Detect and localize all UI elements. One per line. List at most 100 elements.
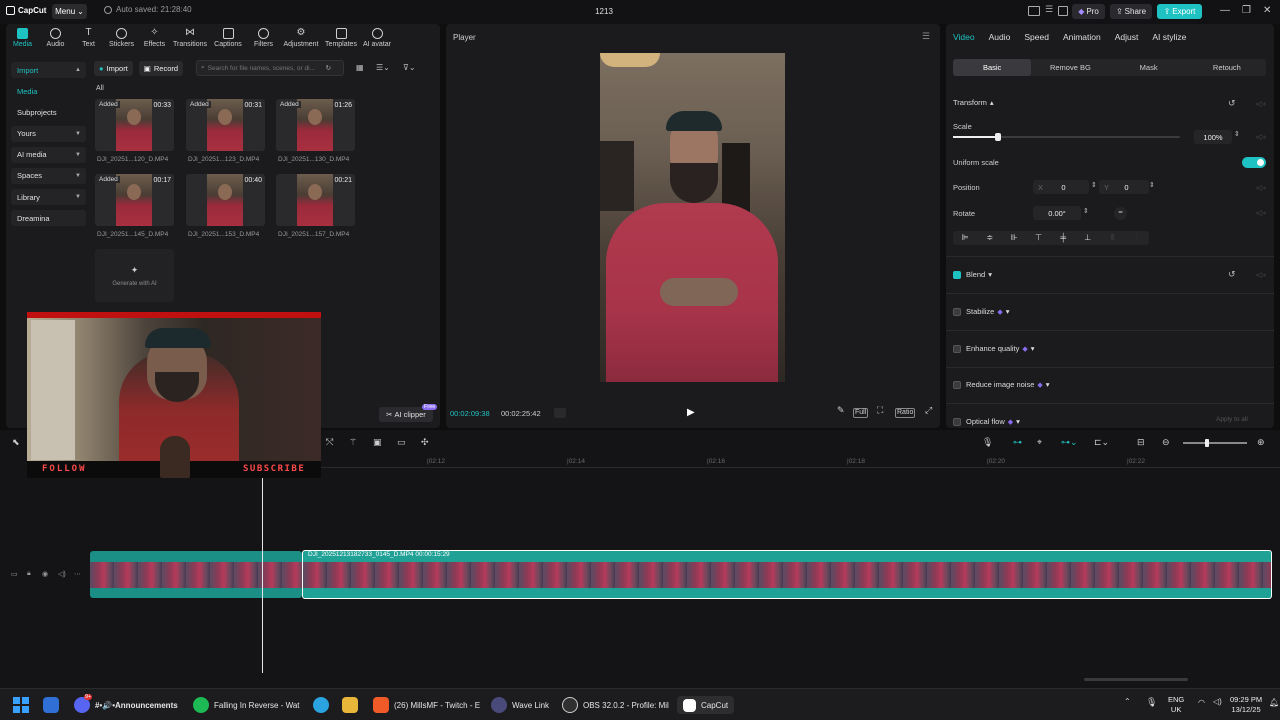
zoom-out-icon[interactable]: ⊖ (1162, 437, 1170, 448)
microphone-icon[interactable]: 🎙 (982, 437, 993, 448)
tab-speed[interactable]: Speed (1024, 32, 1049, 42)
align-center-icon[interactable]: ≑ (978, 231, 1003, 245)
caption-icon[interactable]: ⊟ (1137, 437, 1145, 448)
refresh-icon[interactable]: ↻ (326, 64, 331, 72)
taskbar-brave[interactable]: (26) MillsMF - Twitch - E (373, 696, 480, 714)
more-icon[interactable]: ⋯ (74, 570, 81, 578)
tab-media[interactable]: Media (6, 26, 39, 52)
outlook-icon[interactable] (43, 697, 59, 713)
tab-audio[interactable]: Audio (39, 26, 72, 52)
tab-audio[interactable]: Audio (989, 32, 1011, 42)
reset-icon[interactable]: ↺ (1228, 98, 1236, 109)
rotate-value[interactable]: 0.00° (1033, 206, 1081, 220)
sort-icon[interactable]: ☰⌄ (376, 63, 390, 72)
side-nav-ai-media[interactable]: AI media ▼ (11, 146, 86, 163)
tab-ai-avatar[interactable]: AI avatar (360, 26, 394, 52)
subtab-basic[interactable]: Basic (953, 59, 1032, 76)
folder-icon[interactable] (342, 697, 358, 713)
tab-templates[interactable]: Templates (322, 26, 360, 52)
play-icon[interactable]: ▶ (687, 407, 695, 418)
distribute-h-icon[interactable]: ⫴ (1100, 231, 1125, 245)
minimize-icon[interactable]: — (1220, 5, 1230, 16)
optical-flow-checkbox[interactable] (953, 418, 961, 426)
uniform-scale-toggle[interactable] (1242, 157, 1266, 168)
subtab-retouch[interactable]: Retouch (1188, 59, 1266, 76)
stepper-icon[interactable]: ⇕ (1149, 181, 1155, 189)
timeline-clip-selected[interactable]: DJI_20251213182733_0145_D.MP4 00:00:15:2… (302, 550, 1272, 599)
zoom-slider[interactable] (1183, 439, 1247, 447)
side-nav-import[interactable]: Import ▲ (11, 62, 86, 78)
notifications-icon[interactable]: 🔔︎ (1269, 698, 1279, 707)
tab-video[interactable]: Video (953, 32, 975, 42)
lock-icon[interactable]: 🔒︎ (27, 570, 31, 578)
tab-effects[interactable]: ✧ Effects (138, 26, 171, 52)
side-nav-yours[interactable]: Yours ▼ (11, 125, 86, 142)
taskbar-capcut[interactable]: CapCut (677, 696, 735, 714)
full-button[interactable]: Full (853, 408, 869, 418)
stepper-icon[interactable]: ⇕ (1083, 207, 1089, 215)
blend-header[interactable]: Blend ▾ (966, 270, 992, 279)
tab-transitions[interactable]: ⋈ Transitions (171, 26, 209, 52)
tab-captions[interactable]: Captions (209, 26, 247, 52)
magnet-icon[interactable]: ⊶⌄ (1061, 437, 1078, 448)
tab-text[interactable]: T Text (72, 26, 105, 52)
clock[interactable]: 09:29 PM 13/12/25 (1230, 695, 1262, 715)
select-cursor-icon[interactable]: ⬉ (12, 437, 20, 448)
generate-with-ai-card[interactable]: ✦ Generate with AI (95, 249, 174, 302)
menu-icon[interactable]: ☰ (922, 31, 930, 42)
distribute-v-icon[interactable]: ⫶ (1125, 231, 1150, 245)
reduce-noise-checkbox[interactable] (953, 381, 961, 389)
edit-icon[interactable]: ✎ (836, 406, 846, 416)
filter-icon[interactable]: ⊽⌄ (403, 63, 416, 72)
align-bottom-icon[interactable]: ⊥ (1076, 231, 1101, 245)
stepper-icon[interactable]: ⇕ (1091, 181, 1097, 189)
tab-filters[interactable]: Filters (247, 26, 280, 52)
magic-wand-icon[interactable]: ⚚ (349, 437, 357, 448)
reduce-noise-header[interactable]: Reduce image noise ◆ ▾ (966, 380, 1050, 389)
stabilize-checkbox[interactable] (953, 308, 961, 316)
video-preview[interactable] (600, 53, 785, 382)
list-icon[interactable]: ☰ (1045, 4, 1057, 14)
pro-button[interactable]: ◆ Pro (1072, 4, 1105, 19)
timeline-clip[interactable] (90, 551, 302, 598)
export-button[interactable]: ⇪ Export (1157, 4, 1202, 19)
volume-icon[interactable]: ◁) (58, 570, 66, 578)
windows-start-icon[interactable] (13, 697, 29, 713)
close-icon[interactable]: ✕ (1263, 5, 1271, 16)
align-right-icon[interactable]: ⊪ (1002, 231, 1027, 245)
grid-view-icon[interactable]: ▦ (356, 63, 364, 72)
taskbar-spotify[interactable]: Falling In Reverse - Wat (193, 696, 300, 714)
keyframe-icon[interactable]: ‹◇› (1256, 209, 1266, 217)
track-cover-icon[interactable]: ▭ (11, 570, 18, 578)
media-clip[interactable]: Added 00:31 DJI_20251...123_D.MP4 (186, 99, 265, 163)
transform-header[interactable]: Transform ▴ (953, 98, 994, 107)
media-clip[interactable]: Added 01:26 DJI_20251...130_D.MP4 (276, 99, 355, 163)
zoom-slider-handle[interactable] (1205, 439, 1209, 447)
wifi-icon[interactable]: ◠ (1198, 698, 1205, 707)
enhance-quality-checkbox[interactable] (953, 345, 961, 353)
language-indicator[interactable]: ENG UK (1168, 695, 1184, 715)
position-y-field[interactable]: Y0 (1099, 180, 1149, 194)
position-x-field[interactable]: X0 (1033, 180, 1089, 194)
blend-checkbox[interactable] (953, 271, 961, 279)
telegram-icon[interactable] (313, 697, 329, 713)
enhance-quality-header[interactable]: Enhance quality ◆ ▾ (966, 344, 1035, 353)
zoom-in-icon[interactable]: ⊕ (1257, 437, 1265, 448)
scale-value[interactable]: 100% (1194, 130, 1232, 144)
keyframe-icon[interactable]: ‹◇› (1256, 100, 1266, 108)
taskbar-obs[interactable]: OBS 32.0.2 - Profile: Mil (562, 696, 669, 714)
crop-video-icon[interactable]: ▭ (397, 437, 406, 448)
split-icon[interactable]: ⤲ (326, 437, 333, 448)
taskbar-wave-link[interactable]: Wave Link (491, 696, 549, 714)
align-top-icon[interactable]: ⊤ (1027, 231, 1052, 245)
microphone-tray-icon[interactable]: 🎙 (1146, 697, 1157, 708)
fullscreen-icon[interactable]: ⤢ (924, 406, 933, 416)
subtab-remove-bg[interactable]: Remove BG (1031, 59, 1109, 76)
side-nav-media[interactable]: Media (11, 83, 86, 99)
import-button[interactable]: ● Import (94, 60, 133, 76)
scale-slider-handle[interactable] (995, 133, 1002, 141)
preview-axis-icon[interactable]: ⊏⌄ (1094, 437, 1109, 448)
media-clip[interactable]: 00:40 DJI_20251...153_D.MP4 (186, 174, 265, 238)
tab-stickers[interactable]: Stickers (105, 26, 138, 52)
side-nav-subprojects[interactable]: Subprojects (11, 104, 86, 120)
